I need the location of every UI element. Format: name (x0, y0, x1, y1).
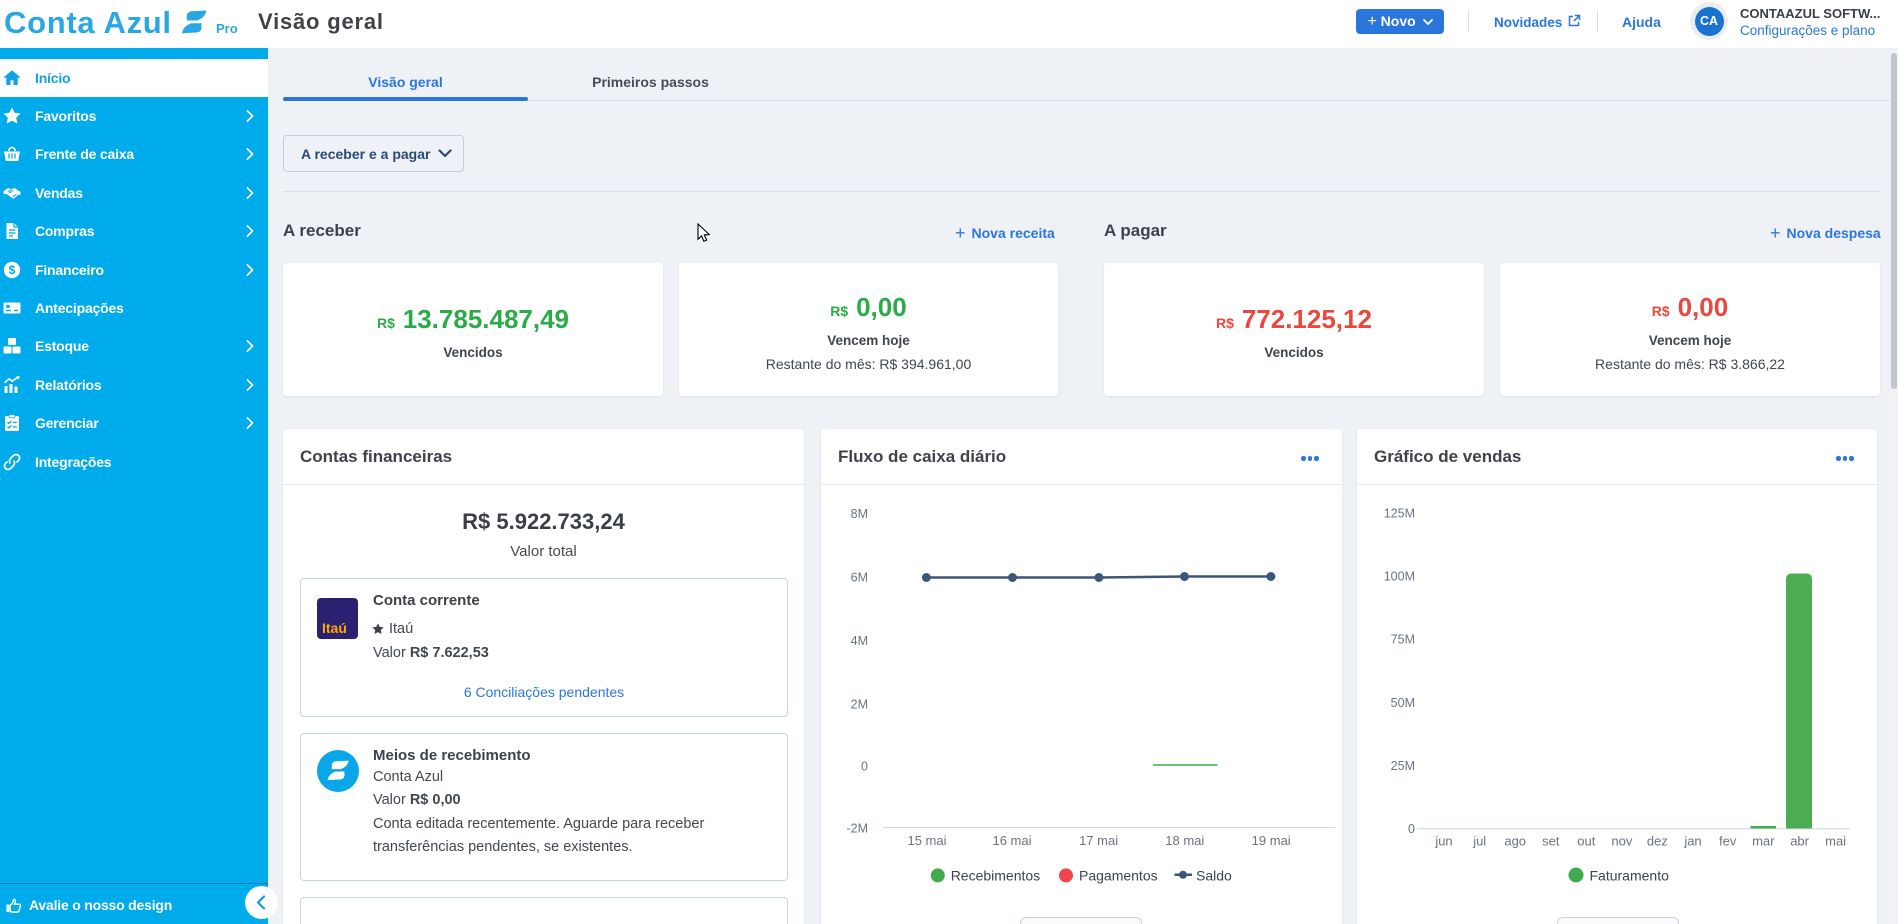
svg-text:8M: 8M (851, 507, 868, 521)
svg-text:15 mai: 15 mai (907, 833, 946, 848)
svg-text:2M: 2M (851, 698, 868, 712)
svg-text:mai: mai (1825, 834, 1846, 849)
svg-text:jan: jan (1683, 834, 1701, 849)
svg-text:18 mai: 18 mai (1165, 833, 1204, 848)
svg-text:125M: 125M (1384, 507, 1415, 521)
svg-text:Recebimentos: Recebimentos (951, 868, 1040, 884)
svg-text:75M: 75M (1391, 633, 1415, 647)
svg-text:abr: abr (1790, 834, 1809, 849)
svg-text:Pagamentos: Pagamentos (1079, 868, 1158, 884)
svg-text:25M: 25M (1391, 759, 1415, 773)
svg-text:16 mai: 16 mai (992, 833, 1031, 848)
svg-text:ago: ago (1504, 834, 1526, 849)
svg-text:out: out (1577, 834, 1595, 849)
svg-text:0: 0 (861, 760, 868, 774)
svg-text:50M: 50M (1391, 696, 1415, 710)
svg-text:0: 0 (1408, 822, 1415, 836)
svg-text:jul: jul (1472, 834, 1486, 849)
svg-text:fev: fev (1719, 834, 1737, 849)
svg-text:nov: nov (1611, 834, 1632, 849)
svg-text:4M: 4M (851, 634, 868, 648)
svg-text:6M: 6M (851, 571, 868, 585)
svg-text:jun: jun (1434, 834, 1452, 849)
svg-text:-2M: -2M (846, 822, 868, 836)
svg-text:17 mai: 17 mai (1079, 833, 1118, 848)
svg-text:mar: mar (1752, 834, 1775, 849)
svg-text:19 mai: 19 mai (1252, 833, 1291, 848)
svg-text:$: $ (9, 263, 16, 277)
svg-text:Faturamento: Faturamento (1590, 868, 1670, 884)
svg-text:set: set (1542, 834, 1560, 849)
svg-text:dez: dez (1647, 834, 1668, 849)
svg-text:Saldo: Saldo (1196, 868, 1232, 884)
svg-text:100M: 100M (1384, 570, 1415, 584)
